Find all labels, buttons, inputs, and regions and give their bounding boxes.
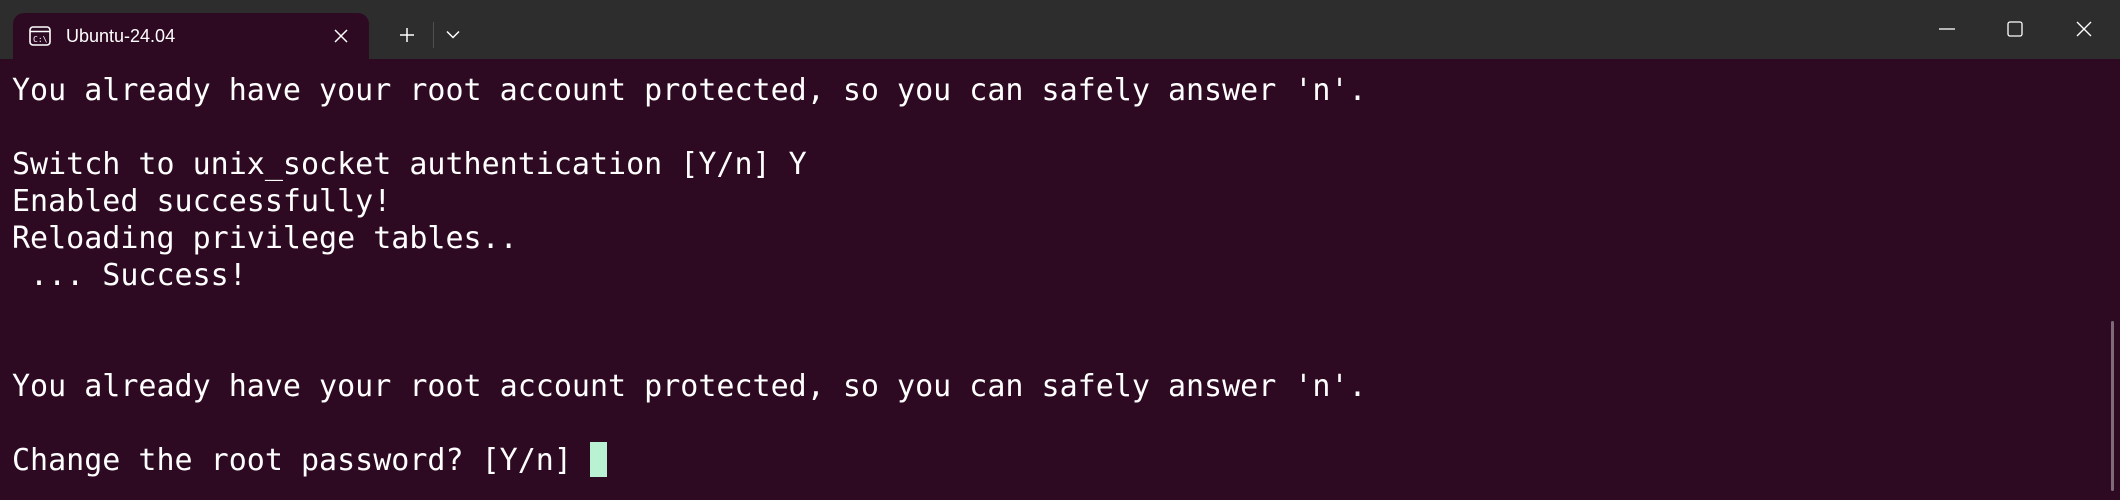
terminal-line: Enabled successfully! <box>12 184 392 219</box>
terminal-window: C:\ Ubuntu-24.04 You already have your r… <box>0 0 2120 500</box>
title-bar[interactable]: C:\ Ubuntu-24.04 <box>0 0 2120 59</box>
terminal-line: ... Success! <box>12 258 247 293</box>
text-cursor <box>589 442 607 477</box>
svg-text:C:\: C:\ <box>33 35 48 44</box>
terminal-icon: C:\ <box>29 26 51 46</box>
tab-title: Ubuntu-24.04 <box>66 26 176 46</box>
prompt-text: Change the root password? [Y/n] <box>12 443 590 478</box>
maximize-button[interactable] <box>1981 0 2049 58</box>
terminal-line: You already have your root account prote… <box>12 369 1367 404</box>
minimize-button[interactable] <box>1913 0 1981 58</box>
new-tab-button[interactable] <box>388 20 426 50</box>
terminal-line: Switch to unix_socket authentication [Y/… <box>12 147 807 182</box>
chevron-down-icon <box>446 30 460 39</box>
scrollbar-thumb[interactable] <box>2111 321 2114 491</box>
scrollbar[interactable] <box>2110 59 2120 500</box>
maximize-icon <box>2007 21 2023 37</box>
terminal-line: You already have your root account prote… <box>12 73 1367 108</box>
plus-icon <box>400 28 414 42</box>
close-icon <box>2076 21 2092 37</box>
minimize-icon <box>1939 28 1955 30</box>
tab-divider <box>433 22 434 48</box>
terminal-prompt-line[interactable]: Change the root password? [Y/n] <box>12 442 607 479</box>
close-window-button[interactable] <box>2050 0 2118 58</box>
terminal-output[interactable]: You already have your root account prote… <box>0 59 2120 500</box>
close-icon[interactable] <box>327 22 355 50</box>
tab-ubuntu[interactable]: C:\ Ubuntu-24.04 <box>13 13 369 59</box>
tab-dropdown-button[interactable] <box>438 20 468 50</box>
terminal-line: Reloading privilege tables.. <box>12 221 518 256</box>
